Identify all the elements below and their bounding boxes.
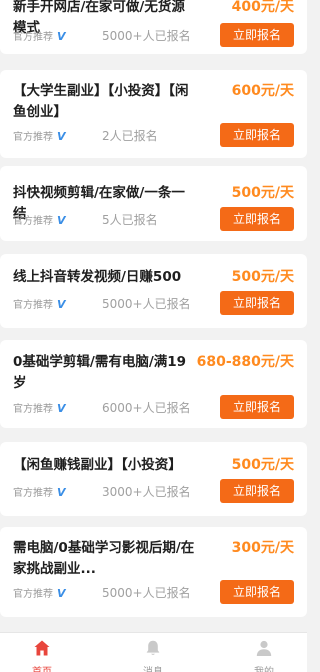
listing-meta-row: 官方推荐 V 5000+人已报名 立即报名 [13,23,294,47]
listing-meta-row: 官方推荐 V 5000+人已报名 立即报名 [13,291,294,315]
signup-count: 6000+人已报名 [102,401,191,415]
verified-v-icon: V [57,298,66,311]
signup-count: 5000+人已报名 [102,29,191,43]
signup-count: 5000+人已报名 [102,297,191,311]
signup-count: 5000+人已报名 [102,586,191,600]
bottom-tab-bar: 首页 消息 我的 [0,632,307,672]
official-recommend-label: 官方推荐 [13,589,53,600]
listing-card[interactable]: 0基础学剪辑/需有电脑/满19岁 680-880元/天 官方推荐 V 6000+人… [0,340,307,428]
apply-now-button[interactable]: 立即报名 [220,291,294,315]
official-recommend-label: 官方推荐 [13,404,53,415]
listing-price: 500元/天 [231,457,294,473]
listing-meta-row: 官方推荐 V 3000+人已报名 立即报名 [13,479,294,503]
listing-card[interactable]: 抖快视频剪辑/在家做/一条一结 500元/天 官方推荐 V 5人已报名 立即报名 [0,166,307,241]
signup-count: 5人已报名 [102,213,158,227]
apply-now-button[interactable]: 立即报名 [220,395,294,419]
official-recommend-tag: 官方推荐 V [13,28,66,43]
apply-now-button[interactable]: 立即报名 [220,580,294,604]
official-recommend-tag: 官方推荐 V [13,400,66,415]
listing-card[interactable]: 需电脑/0基础学习影视后期/在家挑战副业... 300元/天 官方推荐 V 500… [0,527,307,617]
listing-price: 500元/天 [231,185,294,201]
listing-title: 需电脑/0基础学习影视后期/在家挑战副业... [13,540,195,577]
official-recommend-label: 官方推荐 [13,32,53,43]
apply-now-button[interactable]: 立即报名 [220,23,294,47]
bell-icon [146,640,160,655]
listing-meta-row: 官方推荐 V 2人已报名 立即报名 [13,123,294,147]
verified-v-icon: V [57,30,66,43]
tab-home[interactable]: 首页 [12,633,72,672]
listing-card[interactable]: 【大学生副业】【小投资】【闲鱼创业】 600元/天 官方推荐 V 2人已报名 立即… [0,70,307,158]
official-recommend-label: 官方推荐 [13,132,53,143]
listing-price: 400元/天 [231,0,294,15]
listing-card[interactable]: 【闲鱼赚钱副业】【小投资】 500元/天 官方推荐 V 3000+人已报名 立即报… [0,442,307,516]
listing-price: 500元/天 [231,269,294,285]
official-recommend-tag: 官方推荐 V [13,296,66,311]
tab-home-label: 首页 [12,663,72,672]
official-recommend-tag: 官方推荐 V [13,212,66,227]
listing-meta-row: 官方推荐 V 5人已报名 立即报名 [13,207,294,231]
verified-v-icon: V [57,402,66,415]
official-recommend-label: 官方推荐 [13,488,53,499]
official-recommend-tag: 官方推荐 V [13,128,66,143]
verified-v-icon: V [57,587,66,600]
listing-meta-row: 官方推荐 V 6000+人已报名 立即报名 [13,395,294,419]
listing-price: 300元/天 [231,540,294,556]
apply-now-button[interactable]: 立即报名 [220,207,294,231]
listing-title: 【闲鱼赚钱副业】【小投资】 [13,457,182,473]
verified-v-icon: V [57,486,66,499]
official-recommend-tag: 官方推荐 V [13,585,66,600]
listing-title: 【大学生副业】【小投资】【闲鱼创业】 [13,83,189,120]
tab-messages[interactable]: 消息 [123,633,183,672]
verified-v-icon: V [57,130,66,143]
official-recommend-tag: 官方推荐 V [13,484,66,499]
official-recommend-label: 官方推荐 [13,300,53,311]
listing-price: 680-880元/天 [196,354,294,370]
official-recommend-label: 官方推荐 [13,216,53,227]
user-icon [256,640,272,656]
listing-card[interactable]: 新手开网店/在家可做/无货源模式 400元/天 官方推荐 V 5000+人已报名 … [0,0,307,54]
apply-now-button[interactable]: 立即报名 [220,479,294,503]
signup-count: 3000+人已报名 [102,485,191,499]
tab-messages-label: 消息 [123,663,183,672]
apply-now-button[interactable]: 立即报名 [220,123,294,147]
listing-title: 线上抖音转发视频/日赚500 [13,269,182,285]
tab-mine-label: 我的 [234,663,294,672]
verified-v-icon: V [57,214,66,227]
listing-price: 600元/天 [231,83,294,99]
listing-meta-row: 官方推荐 V 5000+人已报名 立即报名 [13,580,294,604]
home-icon [34,640,50,656]
listing-title: 0基础学剪辑/需有电脑/满19岁 [13,354,187,391]
listing-card[interactable]: 线上抖音转发视频/日赚500 500元/天 官方推荐 V 5000+人已报名 立即… [0,254,307,328]
signup-count: 2人已报名 [102,129,158,143]
tab-mine[interactable]: 我的 [234,633,294,672]
